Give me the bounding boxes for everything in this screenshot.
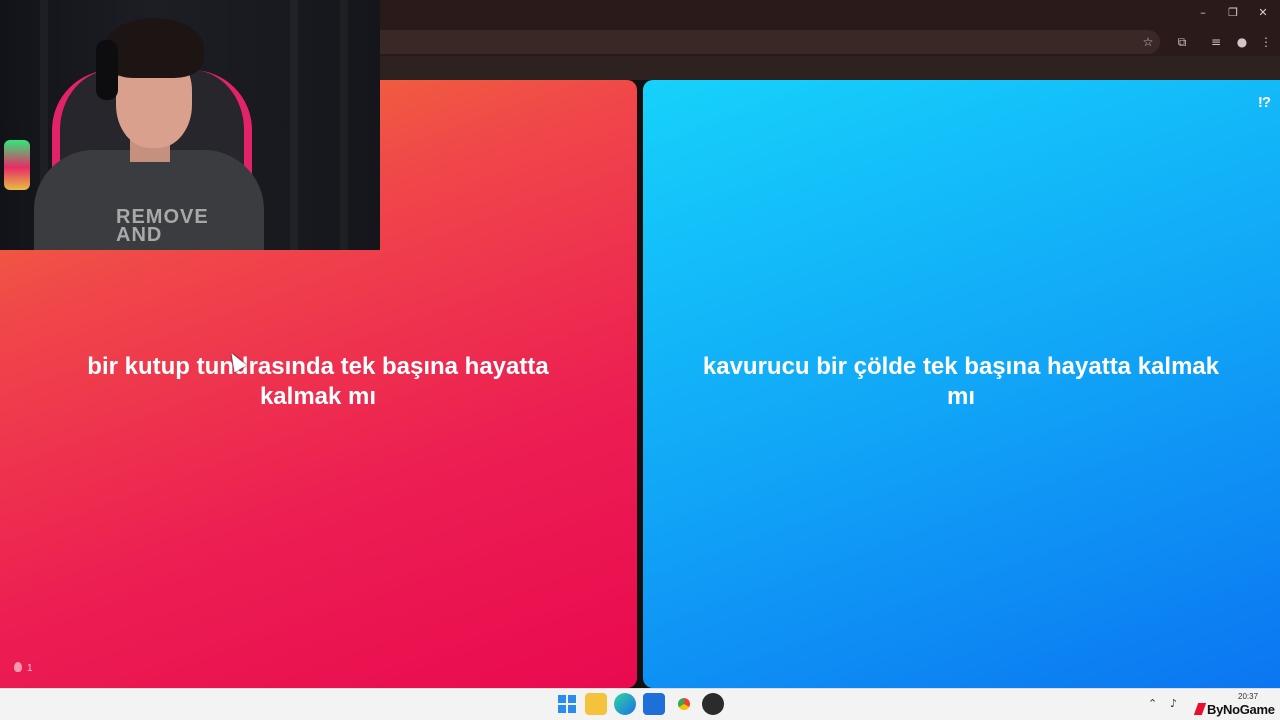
file-explorer-icon[interactable] (585, 693, 607, 715)
screen: – ❐ ✕ ☆ ⧉ ≡ ● ⋮ bir kutup tundrasında te… (0, 0, 1280, 720)
like-counter: 1 (14, 662, 33, 674)
chrome-icon[interactable] (673, 693, 695, 715)
minimize-button[interactable]: – (1192, 5, 1214, 21)
star-icon[interactable]: ☆ (1138, 32, 1158, 52)
like-count: 1 (27, 663, 33, 674)
help-icon[interactable]: !? (1258, 94, 1271, 111)
brand-logo-icon (1193, 703, 1207, 715)
store-icon[interactable] (643, 693, 665, 715)
kebab-icon[interactable]: ⋮ (1256, 32, 1276, 52)
close-button[interactable]: ✕ (1252, 5, 1274, 21)
watermark-text: ByNoGame (1207, 702, 1275, 717)
microphone-icon[interactable]: ♪ (1170, 697, 1177, 710)
profile-icon[interactable]: ● (1232, 32, 1252, 52)
shirt-print: REMOVE AND (116, 206, 209, 246)
media-icon[interactable]: ≡ (1206, 32, 1226, 52)
restore-button[interactable]: ❐ (1222, 5, 1244, 21)
headset-icon (96, 40, 118, 100)
webcam-overlay: REMOVE AND (0, 0, 380, 250)
taskbar-clock[interactable]: 20:37 (1238, 692, 1258, 701)
option-right-text: kavurucu bir çölde tek başına hayatta ka… (702, 353, 1220, 410)
rgb-light (4, 140, 30, 190)
edge-icon[interactable] (614, 693, 636, 715)
obs-icon[interactable] (702, 693, 724, 715)
tray-chevron-icon[interactable]: ⌃ (1148, 697, 1157, 710)
option-left-text: bir kutup tundrasında tek başına hayatta… (87, 353, 549, 410)
channel-watermark: ByNoGame (1193, 702, 1280, 720)
option-right-card[interactable]: !? kavurucu bir çölde tek başına hayatta… (643, 80, 1280, 688)
puzzle-icon[interactable]: ⧉ (1172, 32, 1192, 52)
start-icon[interactable] (556, 693, 578, 715)
curtain-fold (340, 0, 348, 250)
streamer-hair (104, 18, 204, 78)
flame-icon (14, 662, 22, 672)
curtain-fold (290, 0, 298, 250)
taskbar (0, 688, 1280, 720)
address-bar[interactable] (300, 30, 1160, 54)
